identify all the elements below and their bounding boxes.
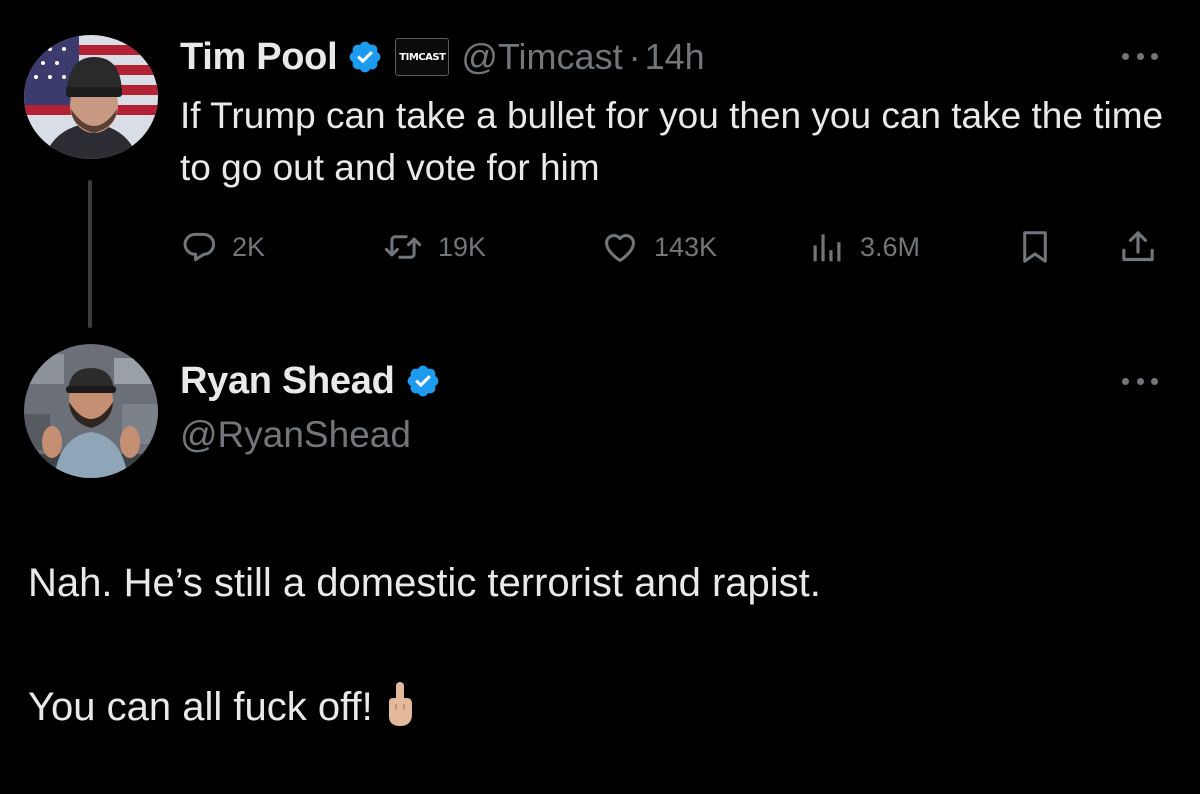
retweet-count: 19K — [438, 231, 487, 262]
tweet-header: Ryan Shead — [180, 356, 441, 406]
share-button[interactable] — [1118, 222, 1158, 272]
tweet-timestamp[interactable]: 14h — [645, 36, 705, 78]
tweet-header: Tim Pool TIMCAST @Timcast · 14h — [180, 32, 705, 82]
reply-paragraph-2: You can all fuck off! — [28, 676, 1178, 746]
views-button[interactable]: 3.6M — [808, 222, 920, 272]
reply-count: 2K — [232, 231, 266, 262]
separator-dot: · — [628, 36, 641, 77]
verified-badge-icon — [405, 363, 441, 399]
tweet-text: Nah. He’s still a domestic terrorist and… — [28, 552, 1178, 746]
author-handle[interactable]: @RyanShead — [180, 414, 411, 456]
avatar[interactable] — [24, 344, 158, 478]
share-upload-icon — [1118, 227, 1158, 267]
tweet-text: If Trump can take a bullet for you then … — [180, 95, 1164, 188]
retweet-arrows-icon — [382, 228, 424, 266]
verified-badge-icon — [347, 39, 383, 75]
reply-button[interactable]: 2K — [180, 222, 265, 272]
bookmark-button[interactable] — [1016, 222, 1054, 272]
middle-finger-emoji — [383, 680, 417, 746]
heart-icon — [600, 228, 640, 266]
retweet-button[interactable]: 19K — [382, 222, 486, 272]
reply-paragraph-1: Nah. He’s still a domestic terrorist and… — [28, 561, 821, 605]
author-handle[interactable]: @Timcast — [461, 36, 622, 78]
reply-paragraph-2-text: You can all fuck off! — [28, 685, 373, 729]
like-button[interactable]: 143K — [600, 222, 717, 272]
affiliate-badge[interactable]: TIMCAST — [395, 38, 450, 76]
author-name[interactable]: Tim Pool — [180, 36, 338, 79]
avatar[interactable] — [24, 35, 158, 159]
more-dots-icon[interactable] — [1122, 50, 1158, 62]
bookmark-icon — [1016, 227, 1054, 267]
thread-connector-line — [88, 180, 92, 328]
parent-tweet[interactable]: Tim Pool TIMCAST @Timcast · 14h If Trump… — [0, 0, 1200, 328]
bar-chart-icon — [808, 228, 846, 266]
views-count: 3.6M — [860, 231, 921, 262]
reply-bubble-icon — [180, 228, 218, 266]
like-count: 143K — [654, 231, 718, 262]
author-name[interactable]: Ryan Shead — [180, 360, 395, 403]
more-dots-icon[interactable] — [1122, 375, 1158, 387]
tweet-actions: 2K 19K 143K 3.6M — [180, 222, 1170, 272]
